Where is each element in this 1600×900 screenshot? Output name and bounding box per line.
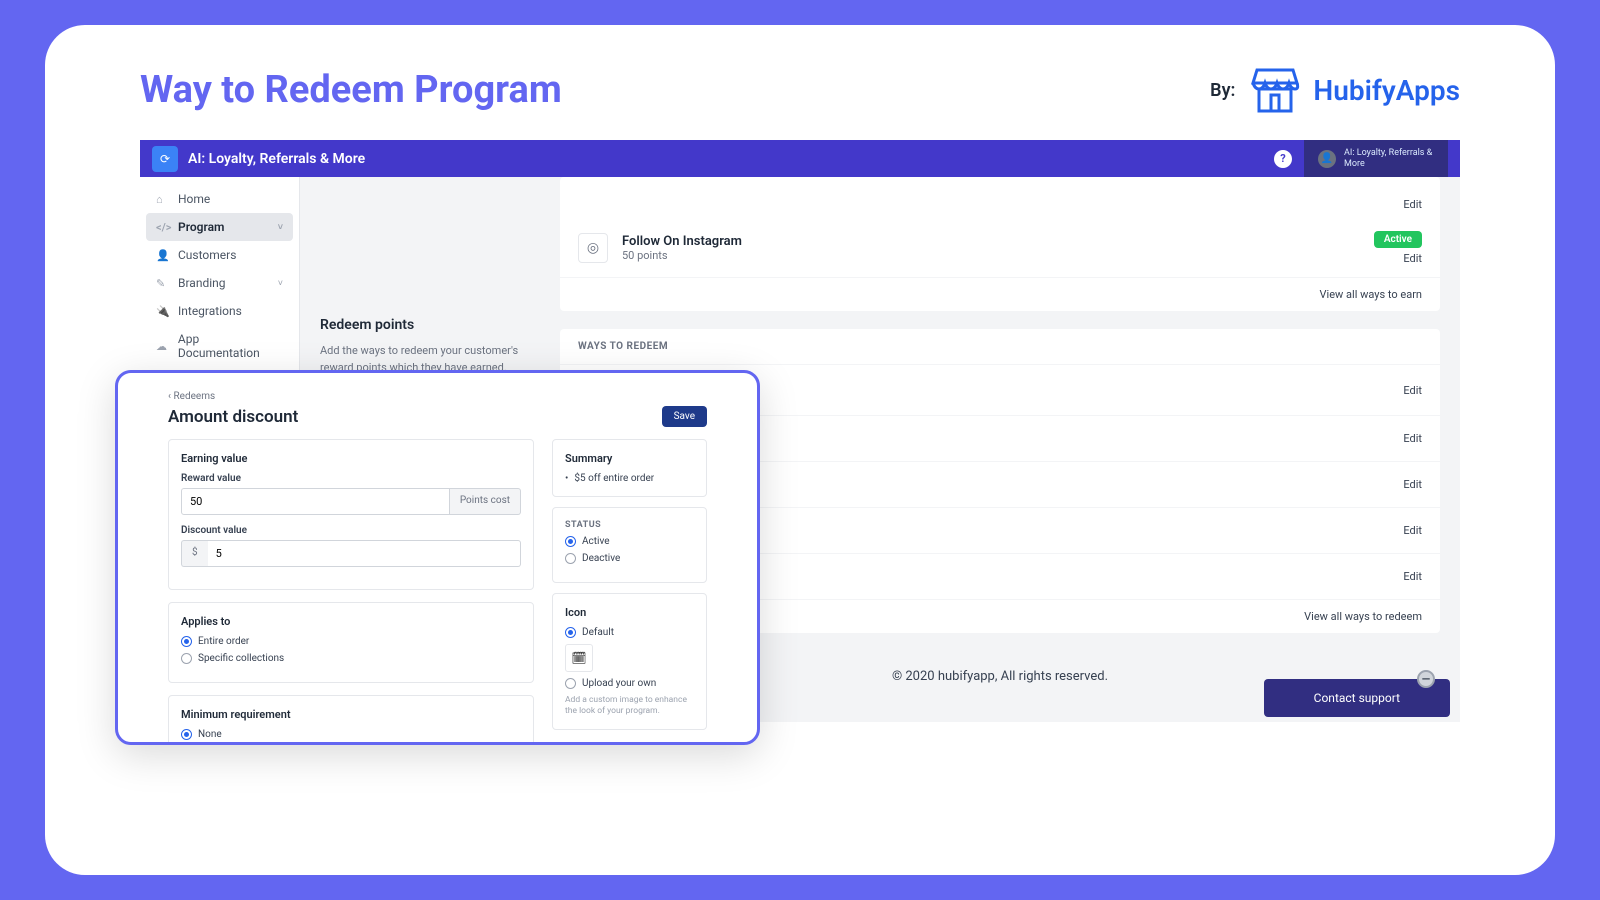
- doc-icon: ☁: [156, 340, 168, 352]
- user-menu[interactable]: 👤 AI: Loyalty, Referrals & More: [1304, 140, 1448, 177]
- panel-title: Icon: [565, 606, 694, 619]
- edit-link[interactable]: Edit: [1403, 432, 1422, 445]
- edit-link[interactable]: Edit: [1403, 478, 1422, 491]
- back-link[interactable]: ‹ Redeems: [168, 391, 707, 402]
- plug-icon: 🔌: [156, 305, 168, 317]
- radio-icon: [181, 636, 192, 647]
- help-icon[interactable]: ?: [1274, 150, 1292, 168]
- app-title: AI: Loyalty, Referrals & More: [188, 151, 365, 167]
- panel-title: Minimum requirement: [181, 708, 521, 721]
- redeem-section-title: Redeem points: [320, 317, 530, 333]
- status-active-radio[interactable]: Active: [565, 536, 694, 547]
- radio-icon: [181, 729, 192, 740]
- reward-value-input[interactable]: [181, 488, 450, 515]
- earning-value-panel: Earning value Reward value Points cost D…: [168, 439, 534, 590]
- edit-link[interactable]: Edit: [1403, 524, 1422, 537]
- minreq-none-radio[interactable]: None: [181, 729, 521, 740]
- page-title: Way to Redeem Program: [140, 68, 562, 112]
- radio-icon: [181, 653, 192, 664]
- status-label: STATUS: [565, 520, 694, 530]
- sidebar-item-customers[interactable]: 👤 Customers: [140, 241, 299, 269]
- redeem-card-header: WAYS TO REDEEM: [560, 329, 1440, 365]
- icon-upload-radio[interactable]: Upload your own: [565, 678, 694, 689]
- currency-prefix: $: [181, 540, 208, 567]
- applies-entire-order-radio[interactable]: Entire order: [181, 636, 521, 647]
- sidebar-item-label: App Documentation: [178, 332, 283, 360]
- person-icon: 👤: [156, 249, 168, 261]
- applies-to-panel: Applies to Entire order Specific collect…: [168, 602, 534, 683]
- view-all-earn-link[interactable]: View all ways to earn: [560, 278, 1440, 311]
- sidebar-item-label: Branding: [178, 276, 226, 290]
- radio-icon: [565, 627, 576, 638]
- icon-preview: 🗓: [565, 644, 593, 672]
- brand-logo: HubifyApps: [1245, 65, 1460, 115]
- panel-title: Applies to: [181, 615, 521, 628]
- sidebar-item-program[interactable]: </> Program ˅: [146, 213, 293, 241]
- brand-attribution: By: HubifyApps: [1210, 65, 1460, 115]
- sidebar-item-label: Program: [178, 220, 224, 234]
- sidebar-item-label: Customers: [178, 248, 236, 262]
- minimize-icon[interactable]: —: [1417, 670, 1435, 688]
- by-label: By:: [1210, 80, 1235, 101]
- app-topbar: ⟳ AI: Loyalty, Referrals & More ? 👤 AI: …: [140, 140, 1460, 177]
- earn-item-sub: 50 points: [622, 249, 1374, 262]
- summary-bullet: $5 off entire order: [565, 473, 694, 484]
- sidebar-item-integrations[interactable]: 🔌 Integrations: [140, 297, 299, 325]
- applies-specific-collections-radio[interactable]: Specific collections: [181, 653, 521, 664]
- code-icon: </>: [156, 221, 168, 233]
- points-cost-suffix: Points cost: [450, 488, 521, 515]
- panel-title: Summary: [565, 452, 694, 465]
- sidebar-item-home[interactable]: ⌂ Home: [140, 185, 299, 213]
- radio-icon: [565, 678, 576, 689]
- status-badge: Active: [1374, 231, 1422, 248]
- app-logo-icon: ⟳: [152, 146, 178, 172]
- icon-helper-text: Add a custom image to enhance the look o…: [565, 695, 694, 717]
- reward-value-label: Reward value: [181, 473, 521, 484]
- chevron-down-icon: ˅: [278, 222, 283, 233]
- status-panel: STATUS Active Deactive: [552, 507, 707, 583]
- summary-panel: Summary $5 off entire order: [552, 439, 707, 497]
- discount-value-label: Discount value: [181, 525, 521, 536]
- radio-icon: [565, 536, 576, 547]
- icon-default-radio[interactable]: Default: [565, 627, 694, 638]
- earn-item-title: Follow On Instagram: [622, 234, 1374, 249]
- edit-link[interactable]: Edit: [1403, 384, 1422, 397]
- chevron-down-icon: ˅: [278, 278, 283, 289]
- storefront-icon: [1245, 65, 1305, 115]
- edit-link[interactable]: Edit: [1403, 198, 1422, 211]
- modal-title: Amount discount: [168, 407, 298, 427]
- brand-name: HubifyApps: [1313, 74, 1460, 107]
- edit-link[interactable]: Edit: [1403, 570, 1422, 583]
- sidebar-item-label: Integrations: [178, 304, 242, 318]
- status-deactive-radio[interactable]: Deactive: [565, 553, 694, 564]
- home-icon: ⌂: [156, 193, 168, 205]
- save-button[interactable]: Save: [662, 406, 707, 427]
- icon-panel: Icon Default 🗓 Upload your own Add a cus…: [552, 593, 707, 730]
- brush-icon: ✎: [156, 277, 168, 289]
- panel-title: Earning value: [181, 452, 521, 465]
- edit-link[interactable]: Edit: [1403, 252, 1422, 265]
- earn-card: Edit ◎ Follow On Instagram 50 points Act…: [560, 177, 1440, 311]
- sidebar-item-branding[interactable]: ✎ Branding ˅: [140, 269, 299, 297]
- radio-icon: [565, 553, 576, 564]
- amount-discount-modal: ‹ Redeems Amount discount Save Earning v…: [115, 370, 760, 745]
- min-requirement-panel: Minimum requirement None Minimum purchas…: [168, 695, 534, 742]
- instagram-icon: ◎: [578, 233, 608, 263]
- discount-value-input[interactable]: [208, 540, 521, 567]
- sidebar-item-docs[interactable]: ☁ App Documentation: [140, 325, 299, 367]
- user-label: AI: Loyalty, Referrals & More: [1344, 148, 1434, 170]
- sidebar-item-label: Home: [178, 192, 210, 206]
- user-avatar-icon: 👤: [1318, 150, 1336, 168]
